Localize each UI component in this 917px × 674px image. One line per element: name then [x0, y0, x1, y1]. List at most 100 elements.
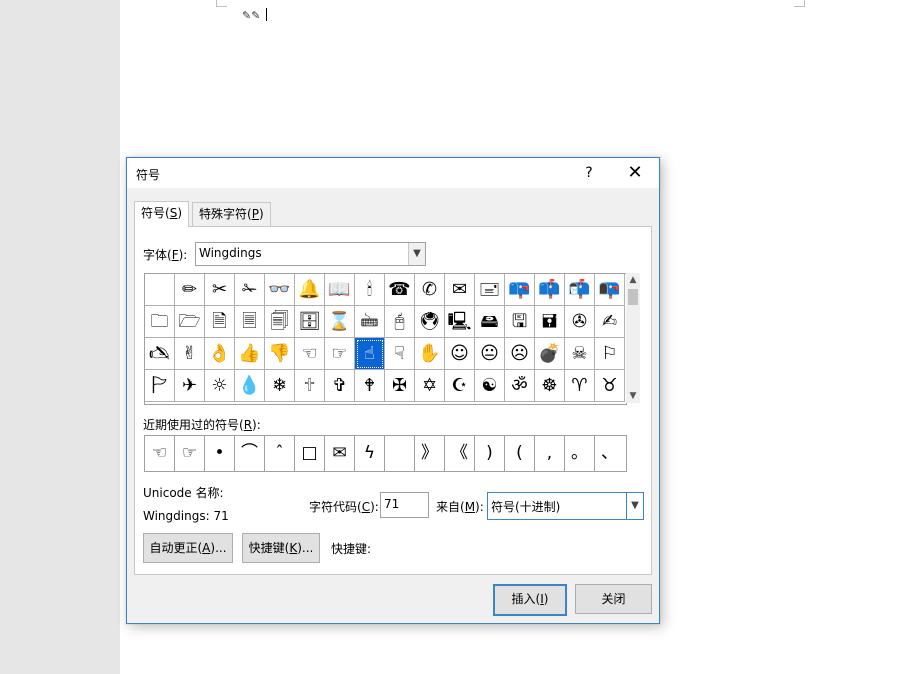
symbol-cell[interactable]: ☸: [535, 370, 565, 402]
symbol-cell[interactable]: ⚐: [595, 338, 625, 370]
symbol-cell[interactable]: 😐: [475, 338, 505, 370]
symbol-cell[interactable]: ॐ: [505, 370, 535, 402]
symbol-cell[interactable]: 🖫: [505, 306, 535, 338]
recent-symbol-cell[interactable]: 《: [445, 436, 475, 471]
symbol-cell[interactable]: 📖: [325, 274, 355, 306]
scroll-up-icon[interactable]: ▲: [626, 273, 640, 287]
symbol-cell[interactable]: 👌: [205, 338, 235, 370]
symbol-cell[interactable]: ♉: [595, 370, 625, 402]
symbol-cell[interactable]: ✍: [595, 306, 625, 338]
symbol-cell[interactable]: ✇: [565, 306, 595, 338]
symbol-cell[interactable]: 🗁: [175, 306, 205, 338]
symbol-cell[interactable]: 🔔: [295, 274, 325, 306]
symbol-cell[interactable]: 🖮: [355, 306, 385, 338]
symbol-cell[interactable]: 🕯: [355, 274, 385, 306]
symbol-cell[interactable]: ✡: [415, 370, 445, 402]
symbol-cell[interactable]: 📬: [565, 274, 595, 306]
symbol-grid[interactable]: ✏ ✂ ✁ 👓 🔔 📖 🕯 ☎ ✆ ✉ 🖃 📪 📫 📬 📭 🗀 🗁 🗎 🗏 🗐 🗄 ⌛ 🖮 🖰 🖲 🖳 🖴 🖫 🖬 ✇ ✍ 🖎 ✌ 👌 👍 👎 ☜ ☞ ☝ ☟…: [144, 273, 627, 405]
symbol-cell[interactable]: ✈: [175, 370, 205, 402]
symbol-cell[interactable]: ✌: [175, 338, 205, 370]
recent-symbol-cell[interactable]: [385, 436, 415, 471]
symbol-cell[interactable]: 📪: [505, 274, 535, 306]
symbol-cell[interactable]: ✏: [175, 274, 205, 306]
recent-symbol-cell[interactable]: 。: [565, 436, 595, 471]
font-select[interactable]: Wingdings ▼: [195, 242, 426, 266]
recent-symbol-cell[interactable]: ϟ: [355, 436, 385, 471]
chevron-down-icon[interactable]: ▼: [408, 243, 425, 265]
symbol-cell[interactable]: ✉: [445, 274, 475, 306]
autocorrect-button[interactable]: 自动更正(A)...: [143, 533, 233, 563]
symbol-cell[interactable]: 🗄: [295, 306, 325, 338]
symbol-cell[interactable]: ☟: [385, 338, 415, 370]
symbol-cell[interactable]: 💣: [535, 338, 565, 370]
recent-symbol-cell[interactable]: ☞: [175, 436, 205, 471]
symbol-cell[interactable]: 💧: [235, 370, 265, 402]
symbol-cell[interactable]: 🕆: [295, 370, 325, 402]
recent-symbol-cell[interactable]: •: [205, 436, 235, 471]
close-icon[interactable]: ✕: [615, 158, 655, 188]
symbol-cell[interactable]: 🗐: [265, 306, 295, 338]
symbol-cell[interactable]: 🖴: [475, 306, 505, 338]
symbol-cell[interactable]: 👎: [265, 338, 295, 370]
symbol-cell[interactable]: 🖬: [535, 306, 565, 338]
symbol-cell[interactable]: ☠: [565, 338, 595, 370]
from-select[interactable]: 符号(十进制) ▼: [487, 492, 644, 520]
symbol-cell[interactable]: 🖎: [145, 338, 175, 370]
scroll-thumb[interactable]: [628, 289, 638, 305]
symbol-cell[interactable]: 👍: [235, 338, 265, 370]
recent-symbol-cell[interactable]: ✉: [325, 436, 355, 471]
symbol-cell[interactable]: 🖰: [385, 306, 415, 338]
symbol-cell[interactable]: ☯: [475, 370, 505, 402]
symbol-cell[interactable]: [145, 274, 175, 306]
symbol-cell[interactable]: ☹: [505, 338, 535, 370]
symbol-cell[interactable]: ⌛: [325, 306, 355, 338]
help-button[interactable]: ?: [569, 158, 609, 188]
symbol-cell[interactable]: 🖲: [415, 306, 445, 338]
title-bar: 符号 ? ✕: [127, 158, 659, 188]
symbol-cell[interactable]: ♈: [565, 370, 595, 402]
chevron-down-icon[interactable]: ▼: [626, 493, 643, 519]
symbol-cell[interactable]: ✞: [325, 370, 355, 402]
symbol-cell[interactable]: 🖳: [445, 306, 475, 338]
symbol-cell[interactable]: ✠: [385, 370, 415, 402]
symbol-cell[interactable]: ✁: [235, 274, 265, 306]
recent-symbol-cell[interactable]: 》: [415, 436, 445, 471]
recent-symbol-cell[interactable]: ⌒: [235, 436, 265, 471]
tab-special-characters[interactable]: 特殊字符(P): [192, 202, 271, 227]
close-button[interactable]: 关闭: [575, 584, 652, 614]
char-code-input[interactable]: 71: [380, 492, 429, 518]
symbol-cell[interactable]: ✂: [205, 274, 235, 306]
symbol-cell[interactable]: 🏱: [145, 370, 175, 402]
symbol-grid-scrollbar[interactable]: ▲ ▼: [626, 273, 640, 403]
recent-symbol-cell[interactable]: ,: [535, 436, 565, 471]
symbol-cell[interactable]: 🖃: [475, 274, 505, 306]
recent-symbol-cell[interactable]: ˆ: [265, 436, 295, 471]
symbol-cell[interactable]: 📫: [535, 274, 565, 306]
recent-symbol-cell[interactable]: (: [505, 436, 535, 471]
recent-symbol-cell[interactable]: ): [475, 436, 505, 471]
symbol-cell[interactable]: ☺: [445, 338, 475, 370]
symbol-cell[interactable]: ☞: [325, 338, 355, 370]
symbol-cell[interactable]: ✆: [415, 274, 445, 306]
symbol-cell[interactable]: ☼: [205, 370, 235, 402]
recent-symbol-cell[interactable]: ☜: [145, 436, 175, 471]
symbol-cell[interactable]: 🗀: [145, 306, 175, 338]
shortcut-key-button[interactable]: 快捷键(K)...: [242, 533, 320, 563]
symbol-cell[interactable]: ❄: [265, 370, 295, 402]
symbol-cell[interactable]: 🗏: [235, 306, 265, 338]
symbol-cell[interactable]: 🗎: [205, 306, 235, 338]
symbol-cell[interactable]: ☜: [295, 338, 325, 370]
symbol-cell[interactable]: ☎: [385, 274, 415, 306]
symbol-cell-selected[interactable]: ☝: [355, 338, 385, 370]
insert-button[interactable]: 插入(I): [493, 584, 567, 616]
symbol-cell[interactable]: ☪: [445, 370, 475, 402]
recent-symbol-cell[interactable]: 、: [595, 436, 624, 471]
symbol-cell[interactable]: 📭: [595, 274, 625, 306]
scroll-down-icon[interactable]: ▼: [626, 389, 640, 403]
tab-symbols[interactable]: 符号(S): [134, 201, 189, 227]
recent-symbol-cell[interactable]: □: [295, 436, 325, 471]
symbol-cell[interactable]: 🕈: [355, 370, 385, 402]
symbol-cell[interactable]: 👓: [265, 274, 295, 306]
symbol-cell[interactable]: ✋: [415, 338, 445, 370]
recent-symbols-list[interactable]: ☜ ☞ • ⌒ ˆ □ ✉ ϟ 》《)(,。、: [144, 435, 627, 472]
